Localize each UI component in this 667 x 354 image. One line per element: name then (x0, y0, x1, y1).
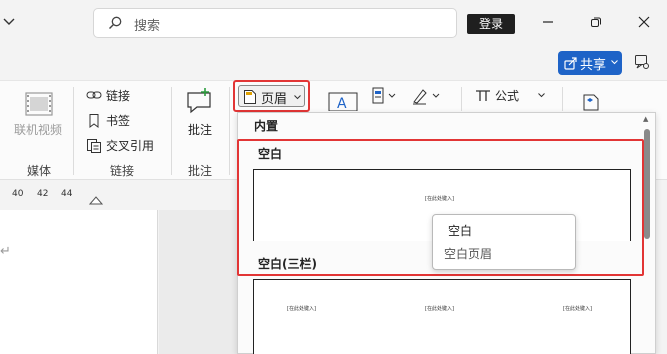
equation-button[interactable]: 公式 (475, 86, 550, 106)
search-box[interactable]: 搜索 (93, 8, 457, 38)
link-icon (86, 91, 102, 99)
online-video-button[interactable]: 联机视频 (14, 121, 62, 138)
signature-line-icon[interactable] (411, 87, 441, 105)
link-label: 链接 (106, 89, 131, 103)
header-button-label: 页眉 (261, 92, 288, 107)
preview-placeholder: [在此处键入] (425, 306, 454, 312)
group-divider (229, 87, 230, 175)
bookmark-button[interactable]: 书签 (86, 111, 156, 131)
gallery-scrollbar[interactable]: ▲ (643, 115, 650, 351)
ruler-tick: 40 (12, 189, 24, 199)
pi-icon (476, 90, 490, 101)
comments-group-label: 批注 (188, 164, 213, 178)
quick-parts-icon[interactable] (372, 87, 400, 105)
comment-button[interactable]: 批注 (188, 121, 212, 138)
indent-marker-icon[interactable] (89, 195, 103, 205)
restore-icon[interactable] (588, 14, 604, 30)
online-video-icon (25, 92, 53, 116)
scrollbar-thumb[interactable] (644, 129, 650, 239)
document-page[interactable]: ↵ (0, 210, 158, 354)
svg-text:A: A (337, 96, 347, 111)
link-button[interactable]: 链接 (86, 86, 156, 106)
tooltip-description: 空白页眉 (444, 247, 493, 261)
paragraph-mark-icon: ↵ (0, 244, 11, 259)
chevron-down-icon[interactable] (2, 14, 16, 28)
new-comment-icon (187, 88, 211, 114)
horizontal-ruler[interactable]: 40 42 44 (0, 181, 237, 207)
minimize-icon[interactable] (540, 14, 556, 30)
document-background (159, 210, 238, 354)
cross-reference-label: 交叉引用 (106, 139, 155, 153)
text-box-icon[interactable]: A (328, 89, 358, 111)
chevron-down-icon (538, 93, 545, 98)
media-group-label: 媒体 (27, 164, 52, 178)
header-button-highlight: 页眉 (233, 80, 310, 112)
ruler-tick: 42 (37, 189, 49, 199)
links-group-label: 链接 (110, 164, 135, 178)
ruler-tick: 44 (61, 189, 73, 199)
bookmark-icon (89, 114, 99, 128)
tooltip: 空白 空白页眉 (432, 214, 576, 270)
equation-label: 公式 (495, 89, 520, 103)
scroll-up-icon[interactable]: ▲ (643, 115, 648, 123)
cross-reference-icon (87, 139, 101, 153)
close-icon[interactable] (636, 14, 652, 30)
group-divider (73, 87, 74, 175)
share-label: 共享 (580, 58, 607, 73)
chevron-down-icon (611, 60, 618, 65)
preview-placeholder: [在此处键入] (563, 306, 592, 312)
share-icon (564, 57, 577, 70)
chevron-down-icon (294, 95, 301, 100)
symbol-icon[interactable] (580, 91, 600, 111)
login-button[interactable]: 登录 (467, 14, 515, 34)
tooltip-title: 空白 (448, 224, 473, 238)
search-placeholder: 搜索 (134, 19, 161, 34)
group-divider (562, 87, 563, 111)
header-icon (244, 90, 256, 104)
feedback-icon[interactable] (634, 54, 650, 70)
gallery-section-label: 内置 (254, 119, 279, 133)
group-divider (171, 87, 172, 175)
search-icon (109, 16, 122, 29)
bookmark-label: 书签 (106, 114, 131, 128)
option-preview: [在此处键入] [在此处键入] [在此处键入] (253, 279, 631, 354)
preview-placeholder: [在此处键入] (287, 306, 316, 312)
cross-reference-button[interactable]: 交叉引用 (86, 136, 166, 156)
title-bar: 搜索 登录 (0, 0, 667, 48)
header-button[interactable]: 页眉 (238, 85, 305, 107)
share-button[interactable]: 共享 (558, 51, 622, 75)
group-divider (461, 87, 462, 111)
